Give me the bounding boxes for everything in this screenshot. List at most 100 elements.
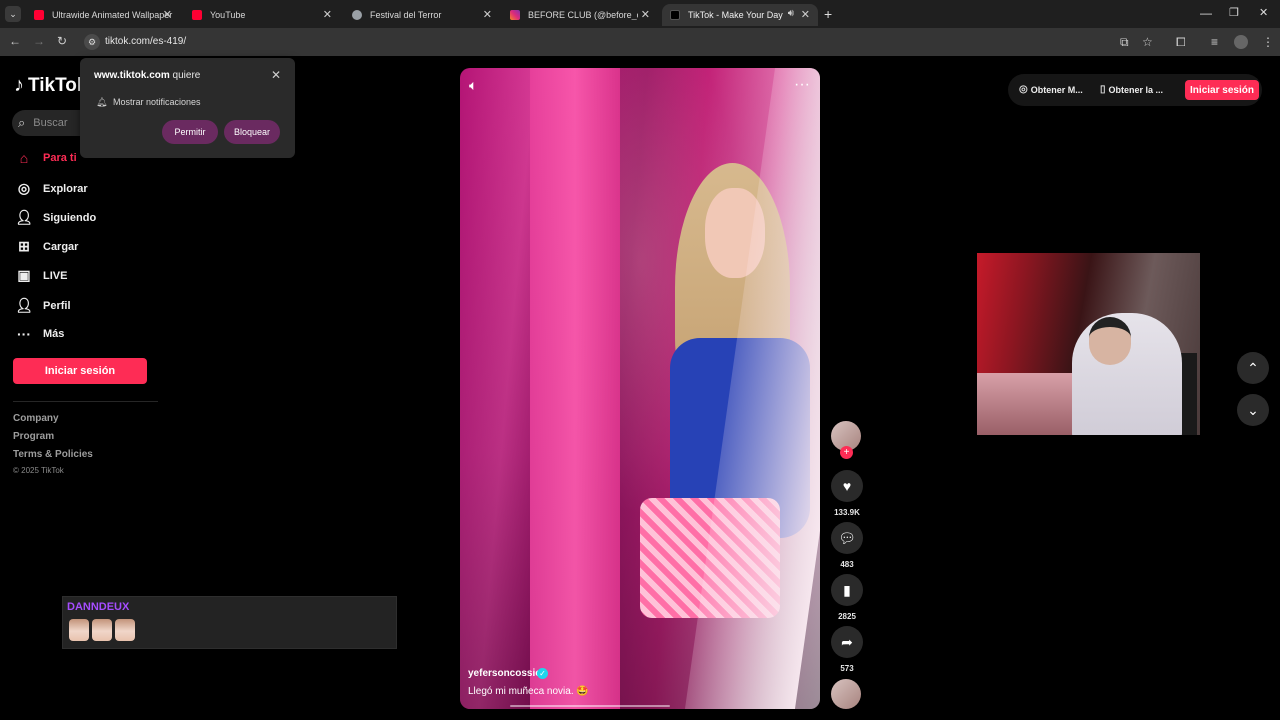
chat-emote bbox=[115, 619, 135, 641]
nav-item-explorar[interactable]: ◎ Explorar bbox=[15, 180, 88, 197]
tiktok-logo[interactable]: ♪ TikTok bbox=[14, 74, 87, 97]
following-icon: 👤︎ bbox=[15, 209, 33, 225]
search-placeholder: Buscar bbox=[33, 117, 68, 129]
browser-tab-active[interactable]: TikTok - Make Your Day 🔊︎ ✕ bbox=[662, 4, 818, 26]
like-count: 133.9K bbox=[834, 508, 860, 517]
close-icon[interactable]: ✕ bbox=[641, 8, 650, 21]
nav-item-siguiendo[interactable]: 👤︎ Siguiendo bbox=[15, 209, 96, 226]
tiktok-favicon-icon bbox=[670, 10, 680, 20]
webcam-frame bbox=[1089, 317, 1131, 365]
video-player[interactable] bbox=[460, 68, 820, 709]
nav-item-para-ti[interactable]: ⌂ Para ti bbox=[15, 150, 77, 166]
like-button[interactable]: ♥ bbox=[831, 470, 863, 502]
comment-button[interactable]: 💬︎ bbox=[831, 522, 863, 554]
video-frame bbox=[530, 68, 620, 709]
browser-tab[interactable]: Festival del Terror ✕ bbox=[344, 4, 500, 26]
copyright-text: © 2025 TikTok bbox=[13, 466, 64, 475]
reload-icon[interactable]: ↻ bbox=[57, 34, 67, 48]
footer-link-company[interactable]: Company bbox=[13, 413, 59, 424]
get-app-button[interactable]: ▯ Obtener la ... bbox=[1100, 84, 1163, 95]
tab-title: Ultrawide Animated Wallpaper bbox=[52, 10, 173, 20]
more-options-icon[interactable]: ··· bbox=[794, 76, 810, 94]
footer-link-program[interactable]: Program bbox=[13, 431, 54, 442]
notification-permission-popup: www.tiktok.com quiere ✕ 🔔︎ Mostrar notif… bbox=[80, 58, 295, 158]
close-icon[interactable]: ✕ bbox=[271, 68, 281, 82]
follow-plus-icon[interactable]: + bbox=[840, 446, 853, 459]
bookmark-star-icon[interactable]: ☆ bbox=[1142, 35, 1153, 49]
browser-menu-icon[interactable]: ⋮ bbox=[1262, 35, 1274, 49]
browser-tab[interactable]: BEFORE CLUB (@before_col) • ✕ bbox=[502, 4, 658, 26]
nav-label: Cargar bbox=[43, 240, 79, 253]
share-button[interactable]: ➦ bbox=[831, 626, 863, 658]
header-login-button[interactable]: Iniciar sesión bbox=[1185, 80, 1259, 100]
save-count: 2825 bbox=[838, 612, 856, 621]
video-author[interactable]: yefersoncossio bbox=[468, 668, 541, 679]
allow-button[interactable]: Permitir bbox=[162, 120, 218, 144]
nav-item-live[interactable]: ▣ LIVE bbox=[15, 267, 67, 284]
address-bar[interactable] bbox=[82, 32, 1162, 52]
nav-item-cargar[interactable]: ⊞ Cargar bbox=[15, 238, 78, 255]
permission-text: Mostrar notificaciones bbox=[113, 97, 201, 107]
popup-title: www.tiktok.com quiere bbox=[94, 70, 200, 81]
live-icon: ▣ bbox=[17, 267, 31, 283]
nav-label: Perfil bbox=[43, 299, 71, 312]
tab-title: BEFORE CLUB (@before_col) • bbox=[528, 10, 638, 20]
sidebar-login-button[interactable]: Iniciar sesión bbox=[13, 358, 147, 384]
forward-arrow-icon[interactable]: → bbox=[33, 34, 45, 48]
site-info-icon[interactable]: ⚙ bbox=[84, 34, 100, 50]
block-button[interactable]: Bloquear bbox=[224, 120, 280, 144]
get-coins-label: Obtener M... bbox=[1030, 84, 1083, 95]
browser-tab[interactable]: Ultrawide Animated Wallpaper ✕ bbox=[26, 4, 180, 26]
nav-label: Para ti bbox=[43, 152, 77, 164]
close-icon[interactable]: ✕ bbox=[801, 8, 810, 21]
get-app-label: Obtener la ... bbox=[1108, 84, 1164, 95]
coin-icon: ◎ bbox=[1019, 84, 1028, 95]
url-text[interactable]: tiktok.com/es-419/ bbox=[105, 36, 186, 47]
verified-badge-icon: ✓ bbox=[537, 668, 548, 679]
share-arrow-icon: ➦ bbox=[841, 633, 853, 650]
sound-disc-avatar[interactable] bbox=[831, 679, 861, 709]
close-icon[interactable]: ✕ bbox=[483, 8, 492, 21]
speaker-icon[interactable]: 🔊︎ bbox=[788, 8, 794, 19]
nav-label: Explorar bbox=[43, 182, 88, 195]
install-app-icon[interactable]: ⧉ bbox=[1120, 35, 1129, 50]
logo-text: TikTok bbox=[28, 74, 88, 96]
minimize-icon[interactable]: — bbox=[1200, 6, 1212, 20]
next-video-button[interactable]: ⌄ bbox=[1237, 394, 1269, 426]
nav-item-mas[interactable]: ··· Más bbox=[15, 326, 64, 342]
previous-video-button[interactable]: ⌃ bbox=[1237, 352, 1269, 384]
upload-icon: ⊞ bbox=[18, 238, 30, 254]
youtube-favicon-icon bbox=[192, 10, 202, 20]
tab-title: YouTube bbox=[210, 10, 246, 20]
popup-site: www.tiktok.com bbox=[94, 70, 170, 81]
heart-icon: ♥ bbox=[842, 478, 852, 494]
save-button[interactable]: ▮ bbox=[831, 574, 863, 606]
close-icon[interactable]: ✕ bbox=[163, 8, 172, 21]
comment-count: 483 bbox=[840, 560, 854, 569]
close-icon[interactable]: ✕ bbox=[323, 8, 332, 21]
tab-title: TikTok - Make Your Day bbox=[688, 10, 783, 20]
extensions-puzzle-icon[interactable]: ⧠ bbox=[1176, 35, 1186, 50]
nav-item-perfil[interactable]: 👤︎ Perfil bbox=[15, 297, 71, 314]
youtube-favicon-icon bbox=[34, 10, 44, 20]
back-arrow-icon[interactable]: ← bbox=[9, 34, 21, 48]
chevron-down-icon: ⌄ bbox=[1247, 401, 1259, 418]
bookmark-icon: ▮ bbox=[843, 581, 851, 598]
media-controls-icon[interactable]: ≡ bbox=[1211, 35, 1218, 49]
chat-emote bbox=[92, 619, 112, 641]
comment-icon: 💬︎ bbox=[838, 529, 856, 546]
profile-avatar[interactable] bbox=[1234, 35, 1248, 49]
get-coins-button[interactable]: ◎ Obtener M... bbox=[1019, 84, 1083, 95]
footer-link-terms[interactable]: Terms & Policies bbox=[13, 449, 93, 460]
tab-search-button[interactable]: ⌄ bbox=[5, 6, 21, 22]
new-tab-button[interactable]: + bbox=[824, 6, 832, 22]
instagram-favicon-icon bbox=[510, 10, 520, 20]
chat-emote bbox=[69, 619, 89, 641]
chevron-up-icon: ⌃ bbox=[1247, 359, 1259, 376]
volume-icon[interactable]: 🔈︎ bbox=[469, 77, 477, 94]
nav-label: Más bbox=[43, 328, 65, 340]
close-window-icon[interactable]: ✕ bbox=[1259, 6, 1268, 19]
browser-tab[interactable]: YouTube ✕ bbox=[184, 4, 340, 26]
restore-icon[interactable]: ❐ bbox=[1229, 6, 1239, 19]
video-progress-bar[interactable] bbox=[510, 705, 670, 707]
